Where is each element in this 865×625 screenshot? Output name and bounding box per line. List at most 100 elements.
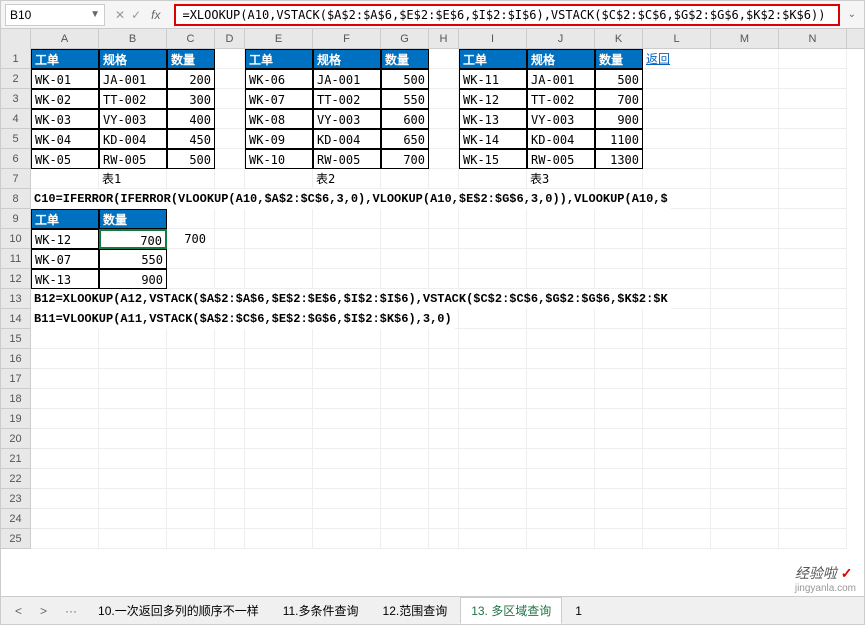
cell-B17[interactable] [99,369,167,389]
cell-E20[interactable] [245,429,313,449]
cell-G2[interactable]: 500 [381,69,429,89]
cell-I4[interactable]: WK-13 [459,109,527,129]
cell-N18[interactable] [779,389,847,409]
cell-K14[interactable] [595,309,643,329]
row-header-22[interactable]: 22 [1,469,31,489]
cell-F9[interactable] [313,209,381,229]
cell-D20[interactable] [215,429,245,449]
cell-D1[interactable] [215,49,245,69]
cell-E17[interactable] [245,369,313,389]
cell-F10[interactable] [313,229,381,249]
cell-K21[interactable] [595,449,643,469]
cell-J17[interactable] [527,369,595,389]
formula-expand-icon[interactable]: ⌄ [844,9,860,20]
cell-M19[interactable] [711,409,779,429]
col-header-M[interactable]: M [711,29,779,49]
cell-C19[interactable] [167,409,215,429]
cell-L22[interactable] [643,469,711,489]
formula-row-13[interactable]: B12=XLOOKUP(A12,VSTACK($A$2:$A$6,$E$2:$E… [31,289,671,309]
cell-B18[interactable] [99,389,167,409]
cell-G12[interactable] [381,269,429,289]
cell-N7[interactable] [779,169,847,189]
cell-H18[interactable] [429,389,459,409]
cell-I2[interactable]: WK-11 [459,69,527,89]
cell-K25[interactable] [595,529,643,549]
cell-G10[interactable] [381,229,429,249]
cell-B20[interactable] [99,429,167,449]
cell-H5[interactable] [429,129,459,149]
sheet-tab-3[interactable]: 13. 多区域查询 [460,597,562,624]
cell-J25[interactable] [527,529,595,549]
col-header-K[interactable]: K [595,29,643,49]
cell-B25[interactable] [99,529,167,549]
cell-J5[interactable]: KD-004 [527,129,595,149]
cell-I15[interactable] [459,329,527,349]
cell-C11[interactable] [167,249,215,269]
cell-F3[interactable]: TT-002 [313,89,381,109]
col-header-A[interactable]: A [31,29,99,49]
row-header-14[interactable]: 14 [1,309,31,329]
cell-H7[interactable] [429,169,459,189]
cell-D10[interactable] [215,229,245,249]
cell-C10[interactable]: 700 [167,229,215,249]
cell-B3[interactable]: TT-002 [99,89,167,109]
cell-M12[interactable] [711,269,779,289]
col-header-H[interactable]: H [429,29,459,49]
cell-B19[interactable] [99,409,167,429]
tab-more-button[interactable]: ··· [57,600,85,622]
cell-F11[interactable] [313,249,381,269]
cell-J11[interactable] [527,249,595,269]
cell-H24[interactable] [429,509,459,529]
cell-N14[interactable] [779,309,847,329]
row-header-20[interactable]: 20 [1,429,31,449]
row-header-8[interactable]: 8 [1,189,31,209]
cell-C16[interactable] [167,349,215,369]
cell-D9[interactable] [215,209,245,229]
name-box-dropdown-icon[interactable]: ▼ [90,9,100,20]
cell-F19[interactable] [313,409,381,429]
cell-L1[interactable]: 返回 [643,49,711,69]
accept-icon[interactable]: ✓ [131,8,141,22]
cell-H3[interactable] [429,89,459,109]
sheet-tab-1[interactable]: 11.多条件查询 [272,597,370,624]
cell-M6[interactable] [711,149,779,169]
col-header-D[interactable]: D [215,29,245,49]
cell-N17[interactable] [779,369,847,389]
cell-G23[interactable] [381,489,429,509]
cell-K7[interactable] [595,169,643,189]
cell-K22[interactable] [595,469,643,489]
cell-L23[interactable] [643,489,711,509]
cell-A2[interactable]: WK-01 [31,69,99,89]
cell-J9[interactable] [527,209,595,229]
cell-K12[interactable] [595,269,643,289]
cell-I9[interactable] [459,209,527,229]
row-header-7[interactable]: 7 [1,169,31,189]
cell-C4[interactable]: 400 [167,109,215,129]
cell-J7[interactable]: 表3 [527,169,595,189]
cell-F12[interactable] [313,269,381,289]
cell-M17[interactable] [711,369,779,389]
cancel-icon[interactable]: ✕ [115,8,125,22]
cell-F15[interactable] [313,329,381,349]
cell-A7[interactable] [31,169,99,189]
cell-K10[interactable] [595,229,643,249]
row-header-13[interactable]: 13 [1,289,31,309]
cell-F16[interactable] [313,349,381,369]
cell-J16[interactable] [527,349,595,369]
row-header-25[interactable]: 25 [1,529,31,549]
row-header-3[interactable]: 3 [1,89,31,109]
row-header-6[interactable]: 6 [1,149,31,169]
cell-C22[interactable] [167,469,215,489]
cell-B21[interactable] [99,449,167,469]
cell-A18[interactable] [31,389,99,409]
cell-I5[interactable]: WK-14 [459,129,527,149]
cell-J10[interactable] [527,229,595,249]
cell-L7[interactable] [643,169,711,189]
cell-L21[interactable] [643,449,711,469]
cell-M16[interactable] [711,349,779,369]
row-header-17[interactable]: 17 [1,369,31,389]
cell-C2[interactable]: 200 [167,69,215,89]
row-header-19[interactable]: 19 [1,409,31,429]
cell-J21[interactable] [527,449,595,469]
cell-L6[interactable] [643,149,711,169]
